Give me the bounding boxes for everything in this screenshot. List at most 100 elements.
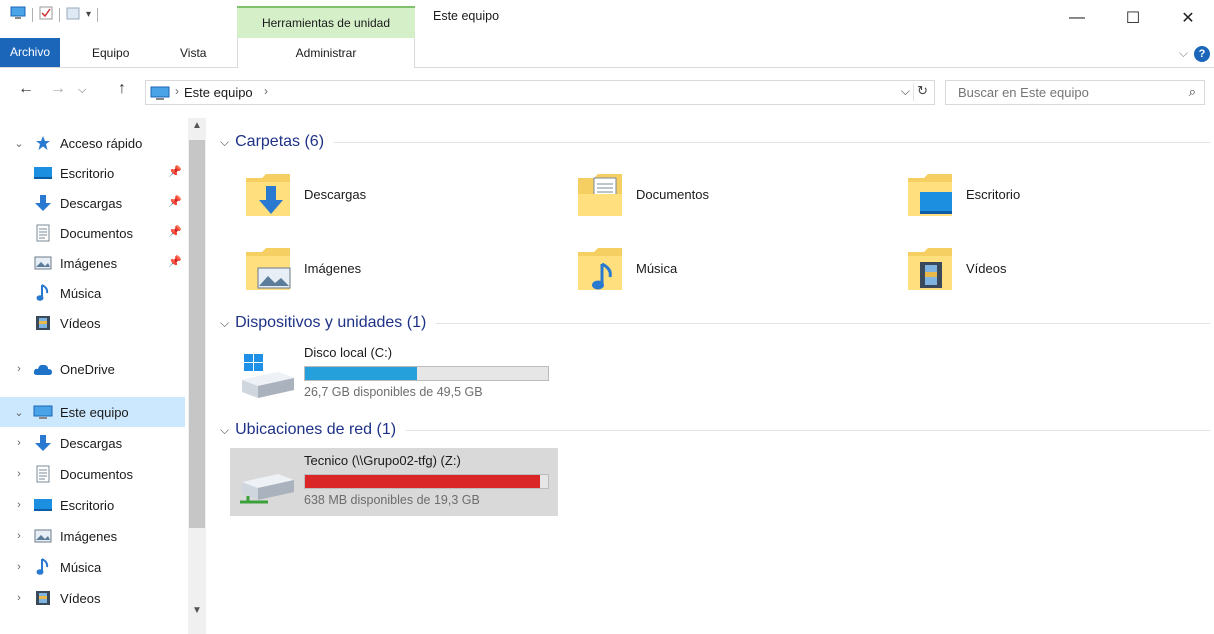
search-box[interactable]: ⌕ — [945, 80, 1205, 105]
folder-musica[interactable]: Música — [544, 240, 844, 296]
nav-item-escritorio-pc[interactable]: › Escritorio — [0, 490, 185, 520]
pin-icon: 📌 — [168, 166, 182, 178]
maximize-button[interactable]: ☐ — [1110, 4, 1156, 32]
context-tab-group: Herramientas de unidad — [237, 6, 415, 38]
videos-folder-icon — [906, 242, 954, 294]
ribbon-expand-icon[interactable]: ⌵ — [1179, 46, 1188, 61]
nav-item-descargas-pc[interactable]: › Descargas — [0, 428, 185, 458]
close-button[interactable]: ✕ — [1165, 4, 1211, 32]
download-icon — [32, 434, 54, 452]
star-icon — [32, 134, 54, 152]
nav-item-documentos-pc[interactable]: › Documentos — [0, 459, 185, 489]
context-group-label: Herramientas de unidad — [261, 16, 391, 30]
nav-item-descargas[interactable]: Descargas 📌 — [0, 188, 185, 218]
folder-imagenes[interactable]: Imágenes — [212, 240, 512, 296]
forward-button[interactable]: → — [50, 80, 66, 98]
back-button[interactable]: ← — [18, 80, 34, 98]
address-dropdown-icon[interactable]: ⌵ — [901, 84, 910, 99]
group-header-ubicaciones-red[interactable]: ⌵ Ubicaciones de red (1) — [220, 418, 1210, 442]
downloads-folder-icon — [244, 168, 292, 220]
group-header-carpetas[interactable]: ⌵ Carpetas (6) — [220, 130, 1210, 154]
search-icon[interactable]: ⌕ — [1189, 84, 1196, 100]
tab-equipo[interactable]: Equipo — [82, 42, 139, 68]
expand-arrow-icon[interactable]: › — [12, 592, 26, 604]
video-icon — [32, 589, 54, 607]
nav-item-documentos[interactable]: Documentos 📌 — [0, 218, 185, 248]
desktop-folder-icon — [906, 168, 954, 220]
minimize-button[interactable]: — — [1054, 4, 1100, 32]
pictures-folder-icon — [244, 242, 292, 294]
expand-arrow-icon[interactable]: ⌄ — [12, 406, 26, 419]
document-icon — [32, 224, 54, 242]
nav-item-imagenes-pc[interactable]: › Imágenes — [0, 521, 185, 551]
storage-usage-bar — [304, 474, 549, 489]
scroll-down-icon[interactable]: ▼ — [192, 605, 202, 616]
storage-usage-bar — [304, 366, 549, 381]
expand-arrow-icon[interactable]: › — [12, 561, 26, 573]
nav-scrollbar[interactable]: ▲ ▼ — [188, 118, 206, 634]
up-button[interactable]: ↑ — [118, 80, 126, 98]
document-icon — [32, 465, 54, 483]
nav-item-videos-pc[interactable]: › Vídeos — [0, 583, 185, 613]
scroll-up-icon[interactable]: ▲ — [192, 120, 202, 131]
nav-item-imagenes[interactable]: Imágenes 📌 — [0, 248, 185, 278]
network-drive-z[interactable]: Tecnico (\\Grupo02-tfg) (Z:) 638 MB disp… — [230, 448, 558, 516]
folder-descargas[interactable]: Descargas — [212, 166, 512, 222]
expand-arrow-icon[interactable]: ⌄ — [12, 137, 26, 150]
pictures-icon — [32, 254, 54, 272]
nav-item-escritorio[interactable]: Escritorio 📌 — [0, 158, 185, 188]
refresh-icon[interactable]: ↻ — [917, 83, 928, 99]
music-icon — [32, 284, 54, 302]
breadcrumb-separator-icon[interactable]: › — [264, 84, 268, 98]
cloud-icon — [32, 360, 54, 378]
breadcrumb-separator-icon[interactable]: › — [175, 84, 179, 98]
address-bar[interactable]: › Este equipo › ⌵ ↻ — [145, 80, 935, 105]
scrollbar-thumb[interactable] — [189, 140, 205, 528]
drive-local-c[interactable]: Disco local (C:) 26,7 GB disponibles de … — [230, 340, 558, 408]
tab-vista[interactable]: Vista — [170, 42, 216, 68]
nav-item-onedrive[interactable]: › OneDrive — [0, 354, 185, 384]
content-pane: ⌵ Carpetas (6) Descargas Documentos Escr… — [212, 118, 1214, 634]
network-drive-icon — [238, 462, 298, 506]
desktop-icon — [32, 496, 54, 514]
nav-item-este-equipo[interactable]: ⌄ Este equipo — [0, 397, 185, 427]
navigation-pane: ⌄ Acceso rápido Escritorio 📌 Descargas 📌… — [0, 118, 210, 634]
customize-qat-icon[interactable]: ▾ — [86, 9, 91, 20]
computer-icon — [150, 86, 170, 103]
new-folder-icon[interactable] — [66, 6, 80, 23]
search-input[interactable] — [946, 81, 1166, 103]
help-icon[interactable]: ? — [1194, 46, 1210, 62]
breadcrumb-este-equipo[interactable]: Este equipo — [184, 85, 253, 100]
expand-arrow-icon[interactable]: › — [12, 468, 26, 480]
collapse-chevron-icon[interactable]: ⌵ — [220, 135, 229, 150]
pin-icon: 📌 — [168, 196, 182, 208]
expand-arrow-icon[interactable]: › — [12, 499, 26, 511]
properties-icon[interactable] — [39, 6, 53, 23]
tab-archivo[interactable]: Archivo — [0, 38, 61, 67]
tab-administrar[interactable]: Administrar — [237, 38, 415, 68]
pictures-icon — [32, 527, 54, 545]
nav-item-musica[interactable]: Música — [0, 278, 185, 308]
video-icon — [32, 314, 54, 332]
title-bar: ▾ Herramientas de unidad Este equipo — ☐… — [0, 0, 1214, 38]
window-title: Este equipo — [433, 9, 500, 23]
pin-icon: 📌 — [168, 256, 182, 268]
nav-item-musica-pc[interactable]: › Música — [0, 552, 185, 582]
folder-escritorio[interactable]: Escritorio — [874, 166, 1174, 222]
desktop-icon — [32, 164, 54, 182]
recent-locations-button[interactable]: ⌵ — [78, 84, 86, 97]
expand-arrow-icon[interactable]: › — [12, 530, 26, 542]
quick-access-toolbar: ▾ — [10, 6, 99, 23]
folder-videos[interactable]: Vídeos — [874, 240, 1174, 296]
nav-item-acceso-rapido[interactable]: ⌄ Acceso rápido — [0, 128, 185, 158]
group-header-dispositivos[interactable]: ⌵ Dispositivos y unidades (1) — [220, 311, 1210, 335]
collapse-chevron-icon[interactable]: ⌵ — [220, 423, 229, 438]
folder-documentos[interactable]: Documentos — [544, 166, 844, 222]
nav-item-videos[interactable]: Vídeos — [0, 308, 185, 338]
expand-arrow-icon[interactable]: › — [12, 363, 26, 375]
pin-icon: 📌 — [168, 226, 182, 238]
music-folder-icon — [576, 242, 624, 294]
collapse-chevron-icon[interactable]: ⌵ — [220, 316, 229, 331]
ribbon-tabs: Archivo Equipo Vista Administrar ⌵ ? — [0, 38, 1214, 68]
expand-arrow-icon[interactable]: › — [12, 437, 26, 449]
